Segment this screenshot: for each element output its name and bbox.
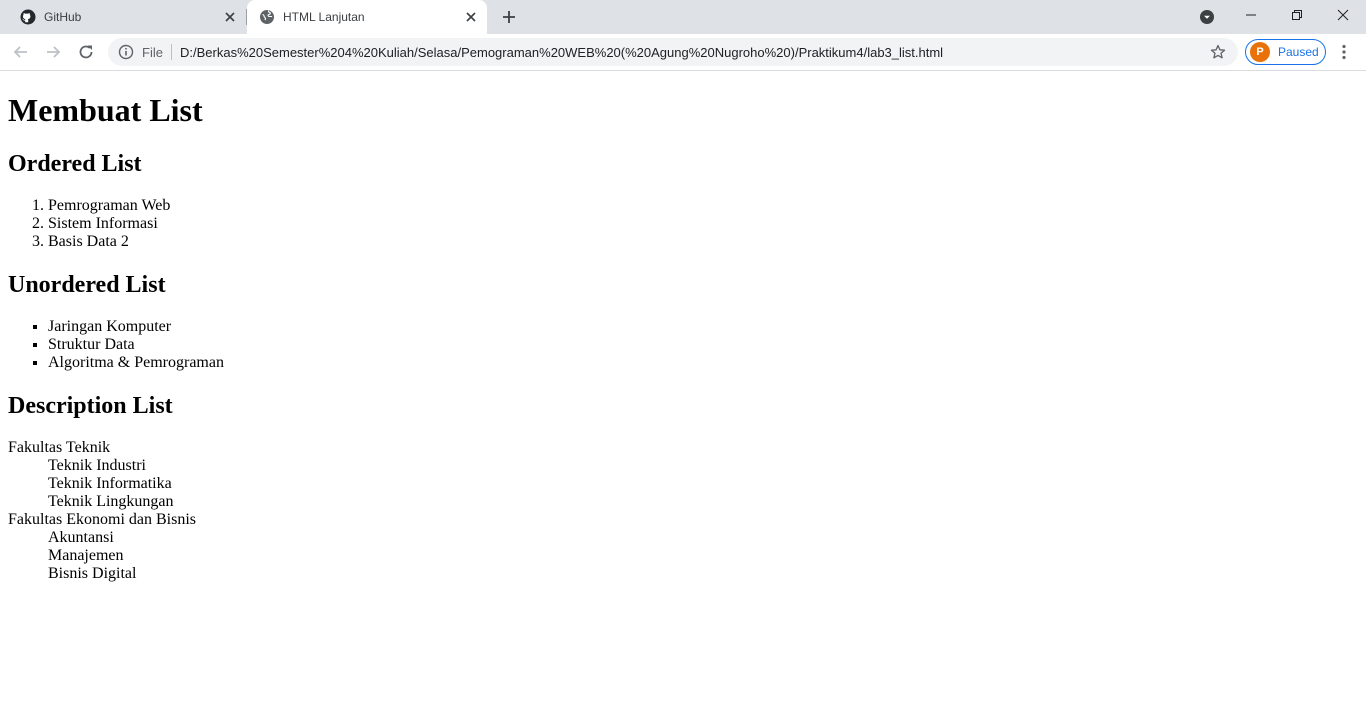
- close-icon[interactable]: [463, 9, 479, 25]
- description-term: Fakultas Ekonomi dan Bisnis: [8, 511, 196, 528]
- list-item: Struktur Data: [48, 336, 1358, 354]
- list-item: Jaringan Komputer: [48, 318, 1358, 336]
- list-item: Algoritma & Pemrograman: [48, 354, 1358, 372]
- info-icon[interactable]: [118, 44, 134, 60]
- list-item: Basis Data 2: [48, 233, 1358, 251]
- star-icon[interactable]: [1210, 44, 1226, 60]
- minimize-icon: [1246, 14, 1256, 16]
- forward-button[interactable]: [43, 42, 63, 62]
- globe-icon: [260, 10, 274, 24]
- more-menu-button[interactable]: [1334, 42, 1354, 62]
- tab-title: GitHub: [44, 10, 82, 24]
- close-icon: [1337, 9, 1349, 21]
- reload-icon: [79, 45, 93, 59]
- back-button[interactable]: [11, 42, 31, 62]
- tab-strip: GitHub HTML Lanjutan: [0, 0, 1366, 34]
- description-detail: Manajemen: [48, 547, 124, 564]
- tab-github[interactable]: GitHub: [0, 0, 246, 34]
- description-detail: Teknik Industri: [48, 457, 146, 474]
- description-detail: Akuntansi: [48, 529, 114, 546]
- minimize-button[interactable]: [1228, 0, 1274, 30]
- reload-button[interactable]: [76, 42, 96, 62]
- page-content: Membuat List Ordered List Pemrograman We…: [0, 71, 1366, 728]
- github-icon: [20, 9, 36, 25]
- close-icon[interactable]: [222, 9, 238, 25]
- list-item: Sistem Informasi: [48, 215, 1358, 233]
- tab-search-icon[interactable]: [1199, 9, 1215, 25]
- unordered-list-heading: Unordered List: [8, 272, 166, 298]
- tab-title: HTML Lanjutan: [283, 10, 365, 24]
- page-title: Membuat List: [8, 92, 203, 128]
- restore-button[interactable]: [1274, 0, 1320, 30]
- description-detail: Teknik Lingkungan: [48, 493, 174, 510]
- profile-status: Paused: [1278, 45, 1319, 59]
- profile-button[interactable]: P Paused: [1245, 39, 1326, 65]
- description-detail: Bisnis Digital: [48, 565, 137, 582]
- ordered-list: Pemrograman Web Sistem Informasi Basis D…: [8, 197, 1358, 251]
- description-list-heading: Description List: [8, 393, 173, 419]
- unordered-list: Jaringan Komputer Struktur Data Algoritm…: [8, 318, 1358, 372]
- list-item: Pemrograman Web: [48, 197, 1358, 215]
- new-tab-icon[interactable]: [499, 7, 519, 27]
- arrow-left-icon: [13, 46, 27, 58]
- description-list: Fakultas Teknik Teknik Industri Teknik I…: [8, 439, 1358, 583]
- omnibox-divider: [171, 44, 172, 60]
- description-term: Fakultas Teknik: [8, 439, 111, 456]
- url-text[interactable]: D:/Berkas%20Semester%204%20Kuliah/Selasa…: [180, 45, 943, 60]
- tab-html-lanjutan[interactable]: HTML Lanjutan: [247, 0, 487, 34]
- arrow-right-icon: [47, 46, 61, 58]
- description-detail: Teknik Informatika: [48, 475, 172, 492]
- window-close-button[interactable]: [1320, 0, 1366, 30]
- address-bar[interactable]: File D:/Berkas%20Semester%204%20Kuliah/S…: [108, 38, 1238, 66]
- restore-icon: [1292, 10, 1302, 20]
- ordered-list-heading: Ordered List: [8, 151, 142, 177]
- file-label: File: [142, 45, 163, 60]
- more-vert-icon: [1342, 44, 1346, 60]
- avatar: P: [1250, 42, 1270, 62]
- browser-toolbar: File D:/Berkas%20Semester%204%20Kuliah/S…: [0, 34, 1366, 71]
